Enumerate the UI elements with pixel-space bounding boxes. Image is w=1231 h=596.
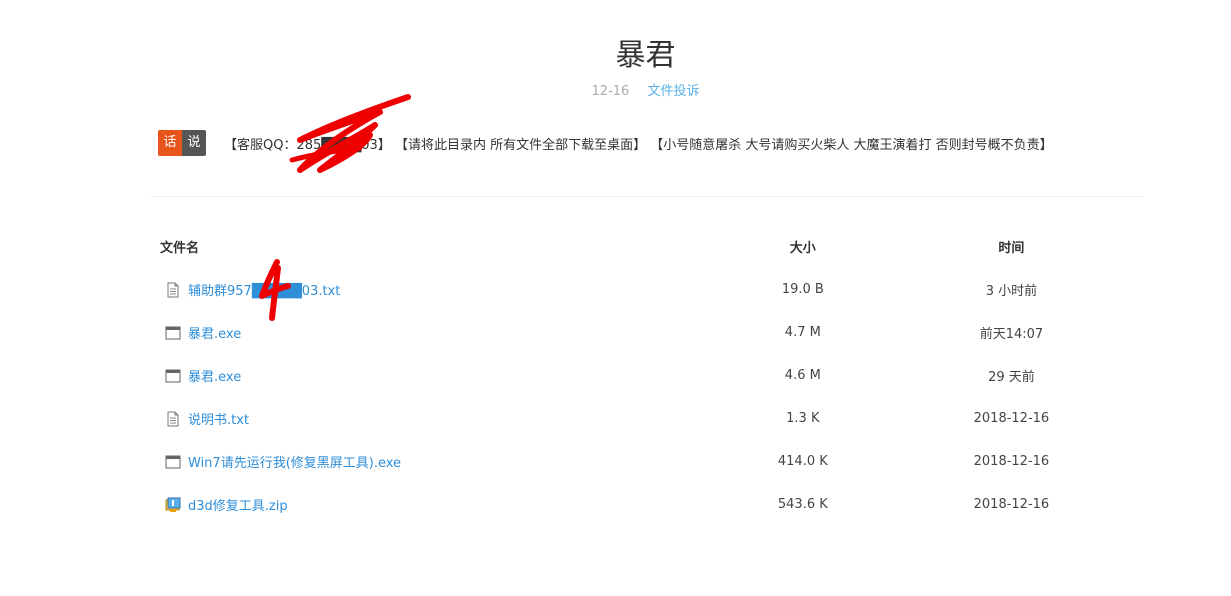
zip-archive-icon	[165, 497, 181, 513]
file-size: 4.7 M	[784, 325, 821, 340]
file-name-cell: 暴君.exe	[160, 366, 723, 385]
file-size: 543.6 K	[777, 497, 828, 512]
file-link[interactable]: 暴君.exe	[188, 323, 241, 342]
page-meta: 12-16 文件投诉	[0, 80, 1231, 99]
file-link[interactable]: Win7请先运行我(修复黑屏工具).exe	[188, 452, 401, 471]
file-link[interactable]: 暴君.exe	[188, 366, 241, 385]
table-row[interactable]: 暴君.exe 4.7 M 前天14:07	[160, 311, 1140, 354]
file-time: 3 小时前	[985, 284, 1038, 299]
file-name-cell: 暴君.exe	[160, 323, 723, 342]
notice-badge: 话 说	[158, 130, 206, 156]
notice-text: 【客服QQ：285████03】 【请将此目录内 所有文件全部下载至桌面】 【小…	[224, 137, 1053, 153]
file-size: 4.6 M	[784, 368, 821, 383]
report-file-link[interactable]: 文件投诉	[647, 84, 699, 99]
table-row[interactable]: 暴君.exe 4.6 M 29 天前	[160, 354, 1140, 397]
table-header: 文件名 大小 时间	[160, 225, 1140, 268]
file-time: 前天14:07	[979, 327, 1044, 342]
text-file-icon	[165, 411, 181, 427]
file-name-cell: Win7请先运行我(修复黑屏工具).exe	[160, 452, 723, 471]
file-link[interactable]: 说明书.txt	[188, 409, 249, 428]
table-row[interactable]: 说明书.txt 1.3 K 2018-12-16	[160, 397, 1140, 440]
upload-date: 12-16	[591, 84, 630, 99]
file-size: 1.3 K	[786, 411, 820, 426]
divider	[150, 196, 1143, 197]
window-exe-icon	[165, 325, 181, 341]
file-time: 2018-12-16	[973, 497, 1050, 512]
table-row[interactable]: Win7请先运行我(修复黑屏工具).exe 414.0 K 2018-12-16	[160, 440, 1140, 483]
window-exe-icon	[165, 454, 181, 470]
file-size: 19.0 B	[781, 282, 824, 297]
file-time: 2018-12-16	[973, 411, 1050, 426]
file-name-cell: 说明书.txt	[160, 409, 723, 428]
header-time: 时间	[998, 241, 1025, 256]
header-size: 大小	[789, 241, 816, 256]
file-time: 2018-12-16	[973, 454, 1050, 469]
file-name-cell: 辅助群957█████03.txt	[160, 280, 723, 299]
file-link[interactable]: 辅助群957█████03.txt	[188, 280, 340, 299]
file-table: 文件名 大小 时间 辅助群957█████03.txt 19.0 B 3 小时前…	[160, 225, 1140, 526]
file-time: 29 天前	[988, 370, 1035, 385]
notice-bar: 话 说 【客服QQ：285████03】 【请将此目录内 所有文件全部下载至桌面…	[158, 130, 1053, 156]
badge-right: 说	[182, 130, 206, 156]
file-name-cell: d3d修复工具.zip	[160, 495, 723, 514]
window-exe-icon	[165, 368, 181, 384]
page-title: 暴君	[615, 38, 676, 73]
badge-left: 话	[158, 130, 182, 156]
table-row[interactable]: 辅助群957█████03.txt 19.0 B 3 小时前	[160, 268, 1140, 311]
table-row[interactable]: d3d修复工具.zip 543.6 K 2018-12-16	[160, 483, 1140, 526]
file-size: 414.0 K	[777, 454, 828, 469]
file-link[interactable]: d3d修复工具.zip	[188, 495, 288, 514]
header-name: 文件名	[160, 241, 200, 256]
text-file-icon	[165, 282, 181, 298]
